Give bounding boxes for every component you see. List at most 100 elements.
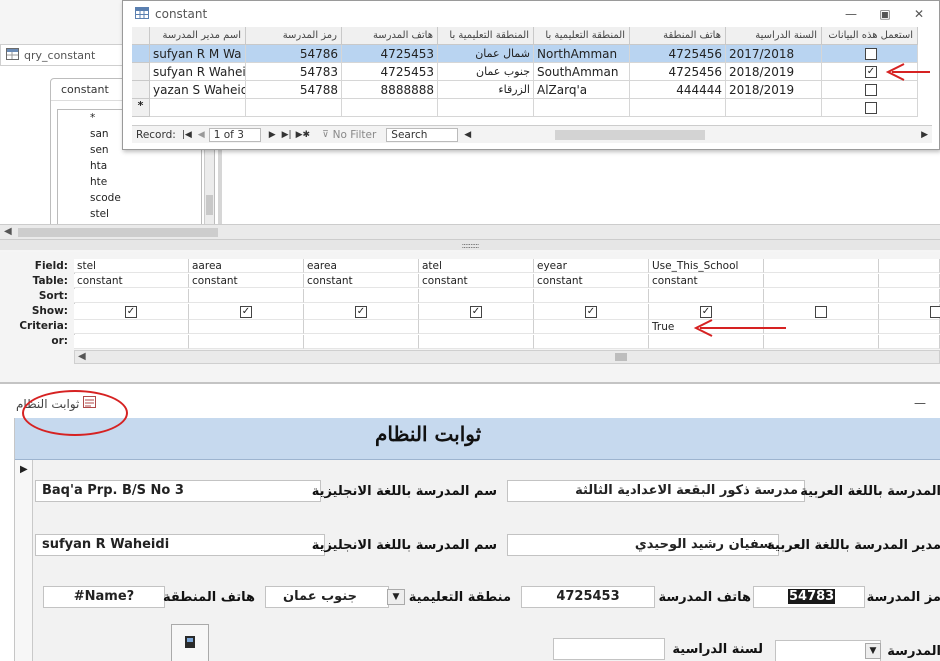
grid-table-cell[interactable]: [764, 274, 879, 288]
grid-table-cell[interactable]: constant: [74, 274, 189, 288]
grid-sort-cell[interactable]: [189, 289, 304, 303]
design-grid-scrollbar[interactable]: ◀: [74, 350, 940, 364]
grid-table-cell[interactable]: constant: [534, 274, 649, 288]
grid-sort-cell[interactable]: [304, 289, 419, 303]
table-cell[interactable]: 2018/2019: [726, 81, 822, 99]
grid-sort-cell[interactable]: [879, 289, 940, 303]
table-cell[interactable]: 4725453: [342, 45, 438, 63]
grid-field-cell[interactable]: earea: [304, 259, 419, 273]
table-cell[interactable]: 8888888: [342, 81, 438, 99]
grid-or-cell[interactable]: [879, 335, 940, 349]
scroll-thumb[interactable]: [206, 195, 213, 215]
grid-criteria-cell[interactable]: [419, 320, 534, 334]
no-filter-button[interactable]: No Filter: [333, 129, 377, 141]
grid-or-cell[interactable]: [304, 335, 419, 349]
table-cell[interactable]: yazan S Waheid: [150, 81, 246, 99]
show-checkbox[interactable]: ✓: [470, 306, 482, 318]
grid-criteria-cell[interactable]: [534, 320, 649, 334]
field-item[interactable]: hta: [58, 158, 201, 174]
table-cell[interactable]: 54786: [246, 45, 342, 63]
grid-criteria-cell[interactable]: [189, 320, 304, 334]
grid-or-cell[interactable]: [74, 335, 189, 349]
chevron-down-icon[interactable]: ▼: [387, 589, 405, 605]
column-header[interactable]: رمز المدرسة: [246, 27, 342, 45]
use-checkbox[interactable]: [865, 84, 877, 96]
row-selector[interactable]: [132, 63, 150, 81]
table-cell[interactable]: [534, 99, 630, 117]
minimize-button[interactable]: —: [841, 5, 861, 23]
show-checkbox[interactable]: [815, 306, 827, 318]
table-pane-scrollbar[interactable]: ◀: [0, 224, 940, 240]
table-cell[interactable]: جنوب عمان: [438, 63, 534, 81]
table-cell[interactable]: [630, 99, 726, 117]
form-record-selector[interactable]: ▶: [15, 460, 33, 661]
grid-field-cell[interactable]: [879, 259, 940, 273]
table-cell[interactable]: SouthAmman: [534, 63, 630, 81]
table-cell[interactable]: AlZarq'a: [534, 81, 630, 99]
first-record-icon[interactable]: |◀: [182, 130, 192, 140]
school-code-field[interactable]: 54783: [788, 589, 836, 604]
table-cell[interactable]: NorthAmman: [534, 45, 630, 63]
scroll-left-icon[interactable]: ◀: [464, 130, 471, 140]
pane-splitter[interactable]: ::::::::::: [0, 240, 940, 250]
table-cell[interactable]: sufyan R Wahei: [150, 63, 246, 81]
scroll-thumb[interactable]: [18, 228, 218, 237]
show-checkbox[interactable]: ✓: [355, 306, 367, 318]
grid-field-cell[interactable]: aarea: [189, 259, 304, 273]
grid-criteria-cell[interactable]: [879, 320, 940, 334]
grid-sort-cell[interactable]: [74, 289, 189, 303]
grid-table-cell[interactable]: constant: [419, 274, 534, 288]
grid-sort-cell[interactable]: [534, 289, 649, 303]
record-position-input[interactable]: 1 of 3: [208, 127, 261, 142]
filter-icon[interactable]: ⊽: [322, 130, 329, 140]
row-selector[interactable]: [132, 45, 150, 63]
column-header[interactable]: السنة الدراسية: [726, 27, 822, 45]
school-code-field-box[interactable]: 54783: [753, 586, 865, 608]
grid-or-cell[interactable]: [534, 335, 649, 349]
table-cell[interactable]: [150, 99, 246, 117]
table-cell[interactable]: شمال عمان: [438, 45, 534, 63]
school-name-ar-field[interactable]: مدرسة ذكور البقعة الاعدادية الثالثة: [507, 480, 805, 502]
school-phone-field[interactable]: 4725453: [521, 586, 655, 608]
grid-table-cell[interactable]: constant: [304, 274, 419, 288]
table-cell[interactable]: 2018/2019: [726, 63, 822, 81]
table-cell[interactable]: الزرقاء: [438, 81, 534, 99]
grid-field-cell[interactable]: Use_This_School: [649, 259, 764, 273]
table-cell[interactable]: 4725456: [630, 45, 726, 63]
table-cell[interactable]: 4725453: [342, 63, 438, 81]
column-header[interactable]: هاتف المنطقة: [630, 27, 726, 45]
table-cell[interactable]: [726, 99, 822, 117]
grid-sort-cell[interactable]: [419, 289, 534, 303]
table-cell[interactable]: [246, 99, 342, 117]
table-cell[interactable]: [342, 99, 438, 117]
school-year-field[interactable]: [553, 638, 665, 660]
table-cell[interactable]: [438, 99, 534, 117]
use-checkbox[interactable]: ✓: [865, 66, 877, 78]
grid-field-cell[interactable]: atel: [419, 259, 534, 273]
education-area-combo[interactable]: جنوب عمان: [265, 586, 389, 608]
grid-table-cell[interactable]: constant: [649, 274, 764, 288]
show-checkbox[interactable]: ✓: [585, 306, 597, 318]
chevron-down-icon[interactable]: ▼: [865, 643, 881, 659]
grid-criteria-cell[interactable]: [304, 320, 419, 334]
column-header[interactable]: المنطقة التعليمية با: [438, 27, 534, 45]
grid-field-cell[interactable]: [764, 259, 879, 273]
table-cell[interactable]: 4725456: [630, 63, 726, 81]
field-item[interactable]: hte: [58, 174, 201, 190]
scroll-left-icon[interactable]: ◀: [78, 351, 86, 362]
show-checkbox[interactable]: [930, 306, 940, 318]
grid-sort-cell[interactable]: [649, 289, 764, 303]
new-record-icon[interactable]: ▶✱: [296, 130, 310, 140]
field-item[interactable]: scode: [58, 190, 201, 206]
scroll-thumb[interactable]: [615, 353, 627, 361]
grid-or-cell[interactable]: [189, 335, 304, 349]
grid-table-cell[interactable]: constant: [189, 274, 304, 288]
scroll-right-icon[interactable]: ▶: [921, 130, 928, 140]
table-cell[interactable]: 54788: [246, 81, 342, 99]
use-checkbox[interactable]: [865, 48, 877, 60]
table-cell[interactable]: 444444: [630, 81, 726, 99]
column-header[interactable]: استعمل هذه البيانات: [822, 27, 918, 45]
close-button[interactable]: ✕: [909, 5, 929, 23]
form-command-button[interactable]: [171, 624, 209, 661]
datasheet-hscroll-thumb[interactable]: [555, 129, 706, 140]
